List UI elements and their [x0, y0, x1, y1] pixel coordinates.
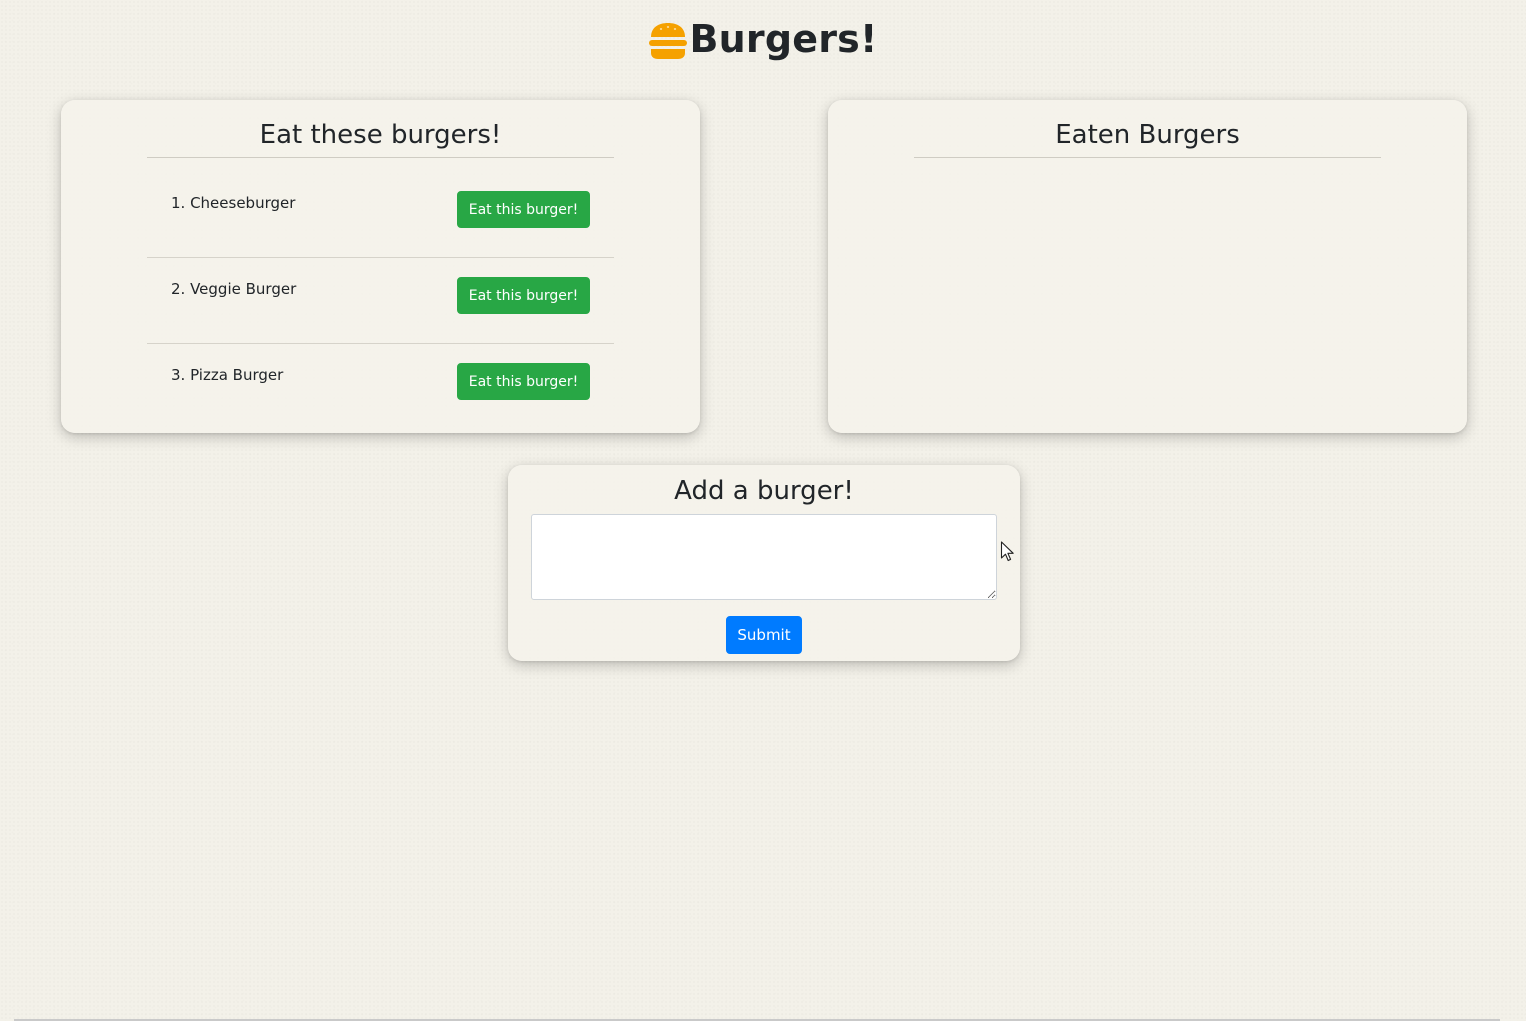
burger-icon — [649, 23, 688, 59]
eat-burger-button[interactable]: Eat this burger! — [457, 277, 590, 314]
burger-name-input[interactable] — [531, 514, 997, 600]
uneaten-burgers-card: Eat these burgers! 1. Cheeseburger Eat t… — [61, 100, 700, 433]
burger-list-item: 1. Cheeseburger Eat this burger! — [147, 172, 614, 258]
uneaten-burger-list: 1. Cheeseburger Eat this burger! 2. Vegg… — [147, 172, 614, 429]
app-header: Burgers! — [0, 14, 1526, 64]
add-burger-heading: Add a burger! — [674, 476, 854, 506]
burger-list-item: 3. Pizza Burger Eat this burger! — [147, 344, 614, 429]
burger-name: 3. Pizza Burger — [171, 366, 284, 384]
mouse-pointer-icon — [1000, 541, 1014, 562]
heading-divider — [147, 157, 614, 158]
eaten-burgers-card: Eaten Burgers — [828, 100, 1467, 433]
eaten-burgers-heading: Eaten Burgers — [1055, 120, 1240, 150]
add-burger-card: Add a burger! Submit — [508, 465, 1020, 661]
page-title: Burgers! — [689, 17, 878, 61]
eat-burger-button[interactable]: Eat this burger! — [457, 363, 590, 400]
uneaten-burgers-heading: Eat these burgers! — [259, 120, 502, 150]
eat-burger-button[interactable]: Eat this burger! — [457, 191, 590, 228]
heading-divider — [914, 157, 1381, 158]
burger-name: 1. Cheeseburger — [171, 194, 296, 212]
submit-button[interactable]: Submit — [726, 616, 802, 654]
burger-list-item: 2. Veggie Burger Eat this burger! — [147, 258, 614, 344]
burger-name: 2. Veggie Burger — [171, 280, 297, 298]
